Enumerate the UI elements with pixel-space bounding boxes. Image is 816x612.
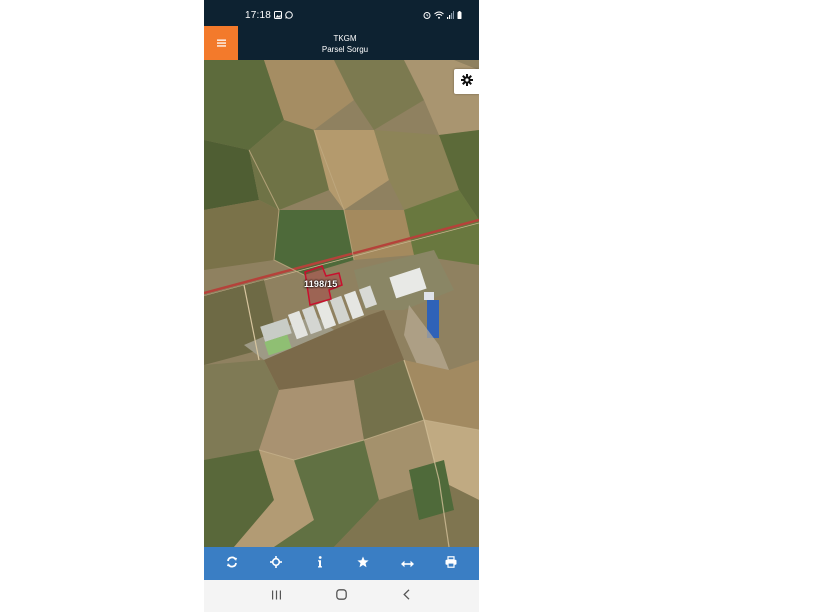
locate-button[interactable] <box>262 550 290 578</box>
signal-icon <box>447 11 454 19</box>
status-time: 17:18 <box>245 10 272 21</box>
menu-button[interactable] <box>204 26 238 60</box>
recent-apps-button[interactable] <box>264 583 290 609</box>
measure-button[interactable] <box>393 550 421 578</box>
print-icon <box>445 555 457 573</box>
home-icon <box>336 587 347 605</box>
measure-icon <box>400 555 414 573</box>
phone-screen: 17:18 TKGM Parsel Sorgu 1198/15 <box>204 0 479 612</box>
star-icon <box>357 555 369 573</box>
back-icon <box>403 587 410 605</box>
info-button[interactable] <box>306 550 334 578</box>
info-icon <box>317 555 323 573</box>
system-nav-bar <box>204 580 479 612</box>
battery-icon <box>457 11 462 19</box>
satellite-map[interactable]: 1198/15 <box>204 60 479 547</box>
map-settings-button[interactable] <box>454 69 479 94</box>
gallery-icon <box>274 11 282 19</box>
map-imagery <box>204 60 479 547</box>
home-button[interactable] <box>329 583 355 609</box>
wifi-icon <box>434 11 444 19</box>
refresh-button[interactable] <box>218 550 246 578</box>
status-bar: 17:18 <box>204 0 479 26</box>
parcel-label[interactable]: 1198/15 <box>304 279 337 289</box>
gear-icon <box>460 73 473 91</box>
back-button[interactable] <box>394 583 420 609</box>
alarm-icon <box>423 11 431 19</box>
print-button[interactable] <box>437 550 465 578</box>
whatsapp-icon <box>285 11 293 19</box>
header-titles: TKGM Parsel Sorgu <box>238 26 452 60</box>
hamburger-menu-icon <box>216 34 226 52</box>
app-header: TKGM Parsel Sorgu <box>204 26 479 60</box>
favorite-button[interactable] <box>349 550 377 578</box>
page-title: Parsel Sorgu <box>321 45 369 54</box>
app-title: TKGM <box>333 34 357 43</box>
locate-icon <box>269 555 282 573</box>
recent-apps-icon <box>271 587 282 605</box>
refresh-icon <box>226 555 238 573</box>
map-toolbar <box>204 547 479 580</box>
